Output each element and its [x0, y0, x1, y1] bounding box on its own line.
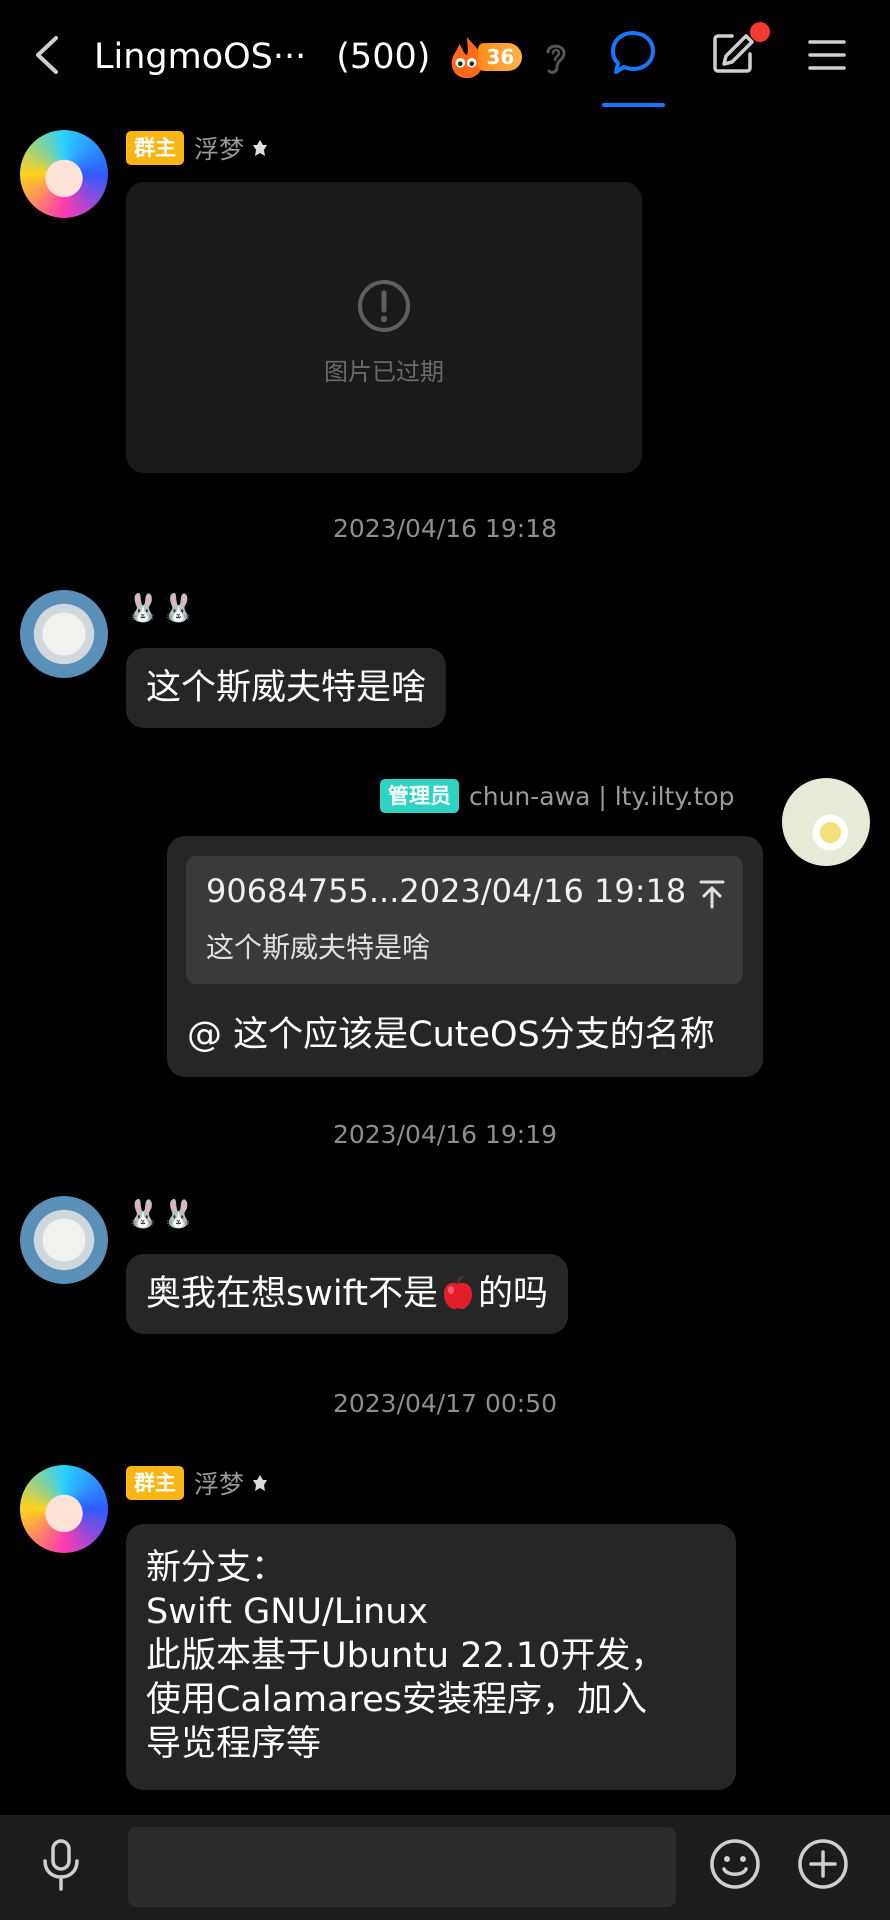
quoted-message[interactable]: 90684755...2023/04/16 19:18 这个斯威夫特是啥 [186, 856, 743, 984]
edit-icon[interactable] [710, 30, 756, 76]
expired-text: 图片已过期 [324, 358, 444, 386]
sender-line: 🐰🐰 [126, 590, 197, 626]
message-text-part: 奥我在想swift不是 [146, 1274, 439, 1314]
message-text-wrap: 奥我在想swift不是 的吗 [126, 1254, 568, 1334]
chat-bubble-icon[interactable] [608, 28, 658, 78]
message-bubble[interactable]: 新分支： Swift GNU/Linux 此版本基于Ubuntu 22.10开发… [126, 1524, 736, 1790]
back-icon[interactable] [24, 30, 74, 80]
member-count: (500) [336, 37, 431, 77]
menu-icon[interactable] [806, 34, 848, 76]
message-bubble[interactable]: 这个斯威夫特是啥 [126, 648, 447, 728]
owner-tag: 群主 [126, 1466, 184, 1500]
avatar-rabbit-user[interactable] [20, 1196, 108, 1284]
expired-image-bubble[interactable]: 图片已过期 [126, 182, 642, 473]
message-line: 导览程序等 [146, 1724, 322, 1764]
avatar-chun-awa[interactable] [782, 778, 870, 866]
active-tab-indicator [602, 103, 665, 107]
message-line: 使用Calamares安装程序，加入 [146, 1680, 647, 1720]
message-text: 新分支： Swift GNU/Linux 此版本基于Ubuntu 22.10开发… [126, 1524, 736, 1788]
reply-message-bubble[interactable]: 90684755...2023/04/16 19:18 这个斯威夫特是啥 @ 这… [167, 836, 763, 1077]
message-text: @ 这个应该是CuteOS分支的名称 [187, 1015, 715, 1055]
level-badge-icon [253, 1475, 268, 1491]
jump-up-icon[interactable] [698, 878, 726, 910]
apple-emoji-icon [444, 1276, 473, 1309]
message-text: 这个斯威夫特是啥 [146, 668, 427, 708]
plus-icon[interactable] [796, 1837, 850, 1891]
warning-icon [358, 280, 410, 332]
timestamp: 2023/04/16 19:18 [332, 514, 558, 543]
avatar-fumeng[interactable] [20, 1465, 108, 1553]
message-input[interactable] [128, 1827, 676, 1907]
input-bar [0, 1815, 890, 1920]
sender-line: 管理员 chun-awa | lty.ilty.top [380, 778, 734, 814]
group-title: LingmoOS··· [94, 37, 307, 77]
sender-name[interactable]: 浮梦 [194, 130, 244, 166]
quote-meta: 90684755...2023/04/16 19:18 [206, 872, 687, 910]
mic-icon[interactable] [38, 1837, 84, 1893]
level-badge-icon [253, 140, 268, 156]
chat-header: LingmoOS··· (500) 36 [0, 0, 890, 110]
sender-line: 群主 浮梦 [126, 1465, 268, 1501]
sender-line: 群主 浮梦 [126, 130, 268, 166]
emoji-icon[interactable] [708, 1837, 762, 1891]
sender-line: 🐰🐰 [126, 1196, 197, 1232]
admin-tag: 管理员 [380, 779, 459, 813]
notification-dot [750, 22, 770, 42]
timestamp: 2023/04/17 00:50 [332, 1389, 558, 1418]
message-bubble[interactable]: 奥我在想swift不是 的吗 [126, 1254, 569, 1334]
title-area[interactable]: LingmoOS··· (500) 36 [94, 30, 528, 84]
sender-name[interactable]: chun-awa | lty.ilty.top [469, 782, 734, 811]
sender-name[interactable]: 浮梦 [194, 1465, 244, 1501]
sender-name[interactable]: 🐰🐰 [126, 1198, 197, 1230]
owner-tag: 群主 [126, 131, 184, 165]
timestamp: 2023/04/16 19:19 [332, 1120, 558, 1149]
fire-level-badge[interactable]: 36 [444, 33, 528, 81]
message-line: Swift GNU/Linux [146, 1592, 429, 1632]
message-line: 新分支： [146, 1548, 287, 1588]
ear-icon[interactable] [540, 38, 572, 78]
sender-name[interactable]: 🐰🐰 [126, 592, 197, 624]
fire-level-number: 36 [478, 43, 523, 71]
avatar-rabbit-user[interactable] [20, 590, 108, 678]
quote-text: 这个斯威夫特是啥 [206, 931, 431, 964]
message-line: 此版本基于Ubuntu 22.10开发， [146, 1636, 666, 1676]
avatar-fumeng[interactable] [20, 130, 108, 218]
message-text-part: 的吗 [478, 1274, 549, 1314]
